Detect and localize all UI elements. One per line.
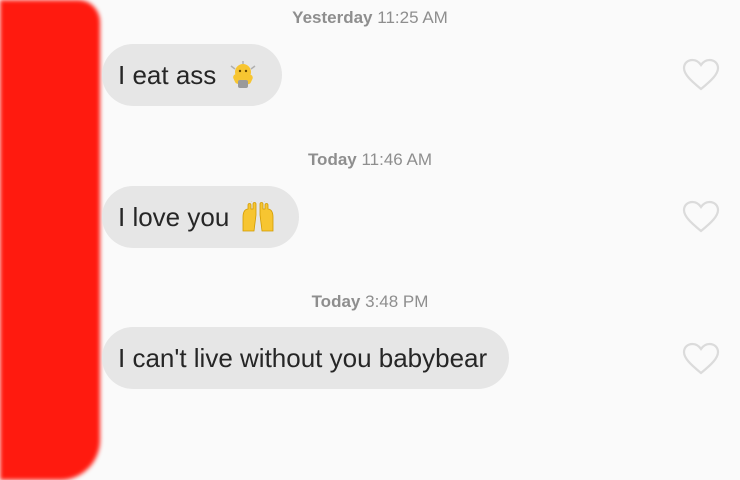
timestamp-day: Today	[307, 150, 357, 169]
redacted-avatar-area	[0, 0, 100, 480]
message-timestamp: Today 11:46 AM	[0, 150, 740, 170]
heart-outline-icon[interactable]	[682, 200, 720, 234]
message-timestamp: Today 3:48 PM	[0, 292, 740, 312]
message-bubble[interactable]: I eat ass	[102, 44, 283, 106]
message-text: I eat ass	[118, 59, 217, 90]
dancing-hands-emoji-icon	[226, 60, 260, 90]
message-bubble[interactable]: I love you	[102, 186, 300, 248]
timestamp-day: Yesterday	[292, 8, 373, 27]
timestamp-day: Today	[311, 292, 361, 311]
message-bubble[interactable]: I can't live without you babybear	[102, 327, 510, 389]
dm-thread: Yesterday 11:25 AM I eat ass Today 11:46…	[0, 0, 740, 480]
timestamp-time: 11:25 AM	[377, 8, 448, 27]
message-text: I love you	[118, 201, 230, 232]
heart-outline-icon[interactable]	[682, 58, 720, 92]
heart-outline-icon[interactable]	[682, 342, 720, 376]
message-timestamp: Yesterday 11:25 AM	[0, 8, 740, 28]
message-text: I can't live without you babybear	[118, 342, 488, 373]
raising-hands-emoji-icon	[239, 201, 277, 233]
timestamp-time: 3:48 PM	[365, 292, 429, 311]
timestamp-time: 11:46 AM	[361, 150, 433, 169]
